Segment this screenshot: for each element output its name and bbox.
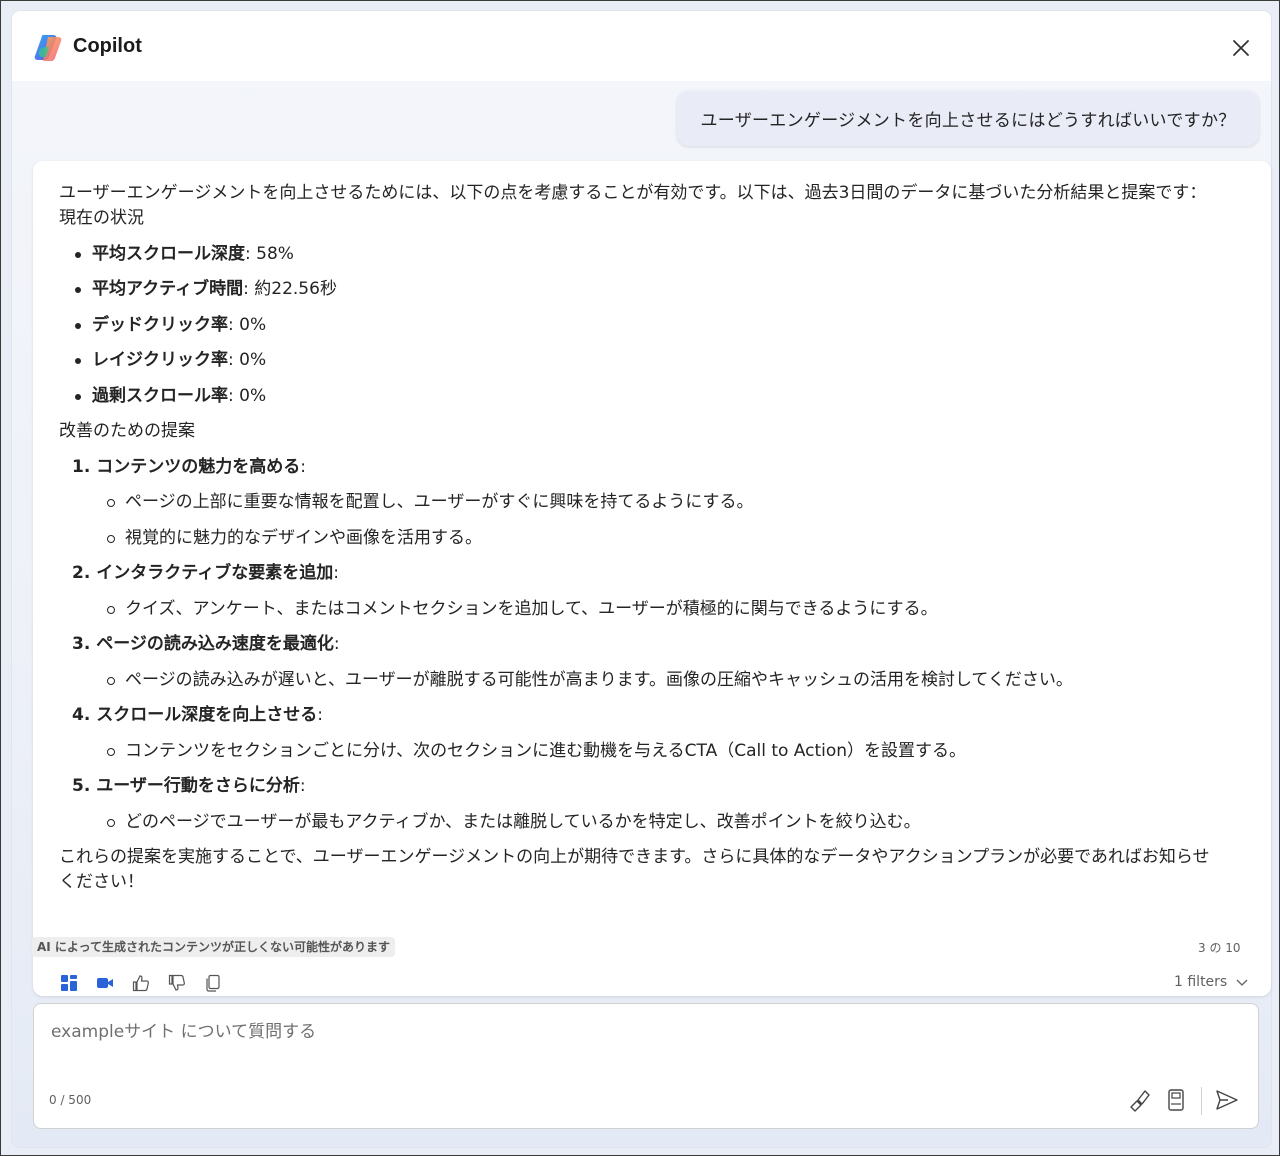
thumbs-up-icon[interactable]: [132, 974, 150, 992]
header: Copilot: [12, 11, 1271, 81]
suggestion-colon: :: [299, 776, 306, 796]
suggestion-detail: ページの読み込みが遅いと、ユーザーが離脱する可能性が高まります。画像の圧縮やキャ…: [59, 668, 1224, 693]
suggestion-item: 3. ページの読み込み速度を最適化:: [59, 632, 1224, 657]
composer-divider: [1201, 1087, 1202, 1115]
metric-value: : 約22.56秒: [243, 279, 337, 299]
close-icon[interactable]: [1228, 35, 1254, 61]
list-item: 平均アクティブ時間: 約22.56秒: [59, 277, 1224, 302]
list-item: 平均スクロール深度: 58%: [59, 242, 1224, 267]
user-message-text: ユーザーエンゲージメントを向上させるにはどうすればいいですか？: [700, 111, 1236, 131]
suggestion-number: 1.: [72, 456, 97, 477]
answer-body: ユーザーエンゲージメントを向上させるためには、以下の点を考慮することが有効です。…: [59, 181, 1224, 895]
suggestion-colon: :: [317, 705, 323, 725]
suggestion-title: ページの読み込み速度を最適化: [96, 634, 334, 654]
char-count: 0 / 500: [49, 1093, 92, 1107]
copilot-logo-icon: [34, 35, 62, 61]
clear-icon[interactable]: [1127, 1087, 1153, 1113]
suggestion-detail: ページの上部に重要な情報を配置し、ユーザーがすぐに興味を持てるようにする。: [59, 490, 1224, 515]
suggestion-number: 4.: [72, 705, 97, 725]
response-counter: 3 の 10: [1198, 941, 1241, 955]
thumbs-down-icon[interactable]: [168, 974, 186, 992]
metric-value: : 0%: [228, 314, 267, 335]
metric-value: : 58%: [245, 243, 294, 264]
ai-disclaimer-badge: AI によって生成されたコンテンツが正しくない可能性があります: [32, 937, 395, 957]
copilot-panel: Copilot ユーザーエンゲージメントを向上させるにはどうすればいいですか？ …: [12, 11, 1271, 1147]
chevron-down-icon: [1236, 979, 1248, 986]
send-icon[interactable]: [1214, 1087, 1240, 1113]
suggestion-number: 5.: [72, 776, 97, 796]
list-item: 過剰スクロール率: 0%: [59, 384, 1224, 409]
metric-label: レイジクリック率: [92, 350, 228, 370]
suggestion-detail: コンテンツをセクションごとに分け、次のセクションに進む動機を与えるCTA（Cal…: [59, 739, 1224, 764]
suggestion-title: インタラクティブな要素を追加: [96, 563, 334, 583]
suggestion-colon: :: [333, 563, 339, 583]
suggestion-item: 1. コンテンツの魅力を高める:: [59, 455, 1224, 480]
suggestion-item: 2. インタラクティブな要素を追加:: [59, 561, 1224, 586]
suggestions-heading: 改善のための提案: [59, 421, 195, 441]
video-icon[interactable]: [96, 974, 114, 992]
metric-value: : 0%: [228, 385, 267, 406]
current-status-heading: 現在の状況: [59, 208, 144, 228]
suggestion-colon: :: [300, 456, 306, 477]
metric-label: 平均スクロール深度: [92, 243, 245, 264]
suggestion-detail: 視覚的に魅力的なデザインや画像を活用する。: [59, 526, 1224, 551]
answer-intro: ユーザーエンゲージメントを向上させるためには、以下の点を考慮することが有効です。…: [59, 183, 1207, 203]
dashboard-icon[interactable]: [60, 974, 78, 992]
metric-label: 過剰スクロール率: [92, 385, 228, 406]
metric-value: : 0%: [228, 350, 267, 370]
response-toolbar: [60, 974, 222, 998]
copilot-answer-card: ユーザーエンゲージメントを向上させるためには、以下の点を考慮することが有効です。…: [33, 161, 1271, 996]
metric-label: 平均アクティブ時間: [92, 279, 244, 299]
metric-label: デッドクリック率: [92, 314, 228, 335]
suggestion-item: 5. ユーザー行動をさらに分析:: [59, 774, 1224, 799]
list-item: デッドクリック率: 0%: [59, 313, 1224, 338]
window-frame: Copilot ユーザーエンゲージメントを向上させるにはどうすればいいですか？ …: [0, 0, 1280, 1156]
suggestion-number: 3.: [72, 634, 97, 654]
suggestion-title: コンテンツの魅力を高める: [96, 456, 301, 477]
suggestion-colon: :: [333, 634, 340, 654]
copy-icon[interactable]: [204, 974, 222, 992]
filters-label: 1 filters: [1174, 974, 1228, 990]
suggestion-detail: クイズ、アンケート、またはコメントセクションを追加して、ユーザーが積極的に関与で…: [59, 597, 1224, 622]
suggestion-item: 4. スクロール深度を向上させる:: [59, 703, 1224, 728]
suggestion-detail: どのページでユーザーが最もアクティブか、または離脱しているかを特定し、改善ポイン…: [59, 810, 1224, 835]
chat-input[interactable]: [49, 1016, 1103, 1048]
user-message: ユーザーエンゲージメントを向上させるにはどうすればいいですか？: [677, 91, 1259, 146]
notes-icon[interactable]: [1163, 1087, 1189, 1113]
app-title: Copilot: [73, 35, 142, 57]
suggestion-title: スクロール深度を向上させる: [96, 705, 318, 725]
answer-closing: これらの提案を実施することで、ユーザーエンゲージメントの向上が期待できます。さら…: [59, 846, 1210, 892]
metrics-list: 平均スクロール深度: 58% 平均アクティブ時間: 約22.56秒 デッドクリッ…: [59, 242, 1224, 409]
suggestion-number: 2.: [72, 563, 97, 583]
list-item: レイジクリック率: 0%: [59, 348, 1224, 373]
suggestion-title: ユーザー行動をさらに分析: [96, 776, 300, 796]
chat-composer: 0 / 500: [33, 1003, 1259, 1129]
filters-dropdown[interactable]: 1 filters: [1174, 974, 1249, 990]
